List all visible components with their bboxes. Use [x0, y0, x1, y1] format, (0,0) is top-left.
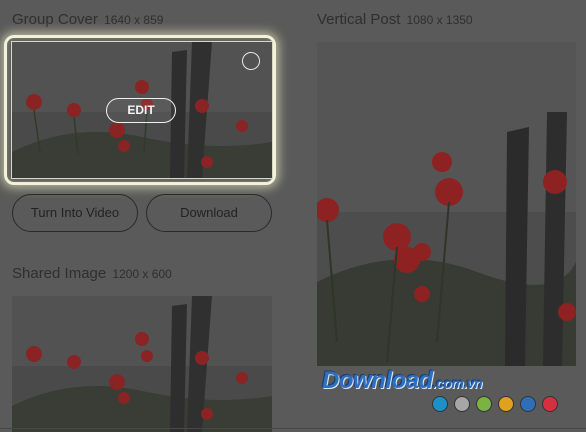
watermark-logo: Download.com.vn: [322, 367, 483, 395]
edit-button[interactable]: EDIT: [106, 98, 176, 123]
vertical-post-image[interactable]: [317, 42, 576, 366]
selection-circle-icon[interactable]: [242, 52, 260, 70]
vertical-post-title-text: Vertical Post: [317, 11, 401, 28]
group-cover-title-text: Group Cover: [12, 11, 98, 28]
shared-image-title: Shared Image 1200 x 600: [12, 265, 172, 282]
turn-into-video-button[interactable]: Turn Into Video: [12, 194, 138, 232]
download-button[interactable]: Download: [146, 194, 272, 232]
divider: [0, 428, 586, 429]
shared-image-title-text: Shared Image: [12, 265, 107, 282]
watermark-main-text: Download: [322, 367, 433, 394]
watermark-tld-text: .com.vn: [432, 375, 483, 391]
color-dots: [432, 396, 558, 412]
shared-image[interactable]: [12, 296, 272, 432]
color-dot: [498, 396, 514, 412]
color-dot: [476, 396, 492, 412]
group-cover-title: Group Cover 1640 x 859: [12, 11, 163, 28]
color-dot: [432, 396, 448, 412]
group-cover-dimensions: 1640 x 859: [104, 13, 164, 27]
color-dot: [542, 396, 558, 412]
shared-image-dimensions: 1200 x 600: [112, 267, 172, 281]
vertical-post-dimensions: 1080 x 1350: [406, 13, 473, 27]
color-dot: [520, 396, 536, 412]
poppy-photo: [317, 42, 576, 366]
color-dot: [454, 396, 470, 412]
poppy-photo: [12, 296, 272, 432]
vertical-post-title: Vertical Post 1080 x 1350: [317, 11, 473, 28]
